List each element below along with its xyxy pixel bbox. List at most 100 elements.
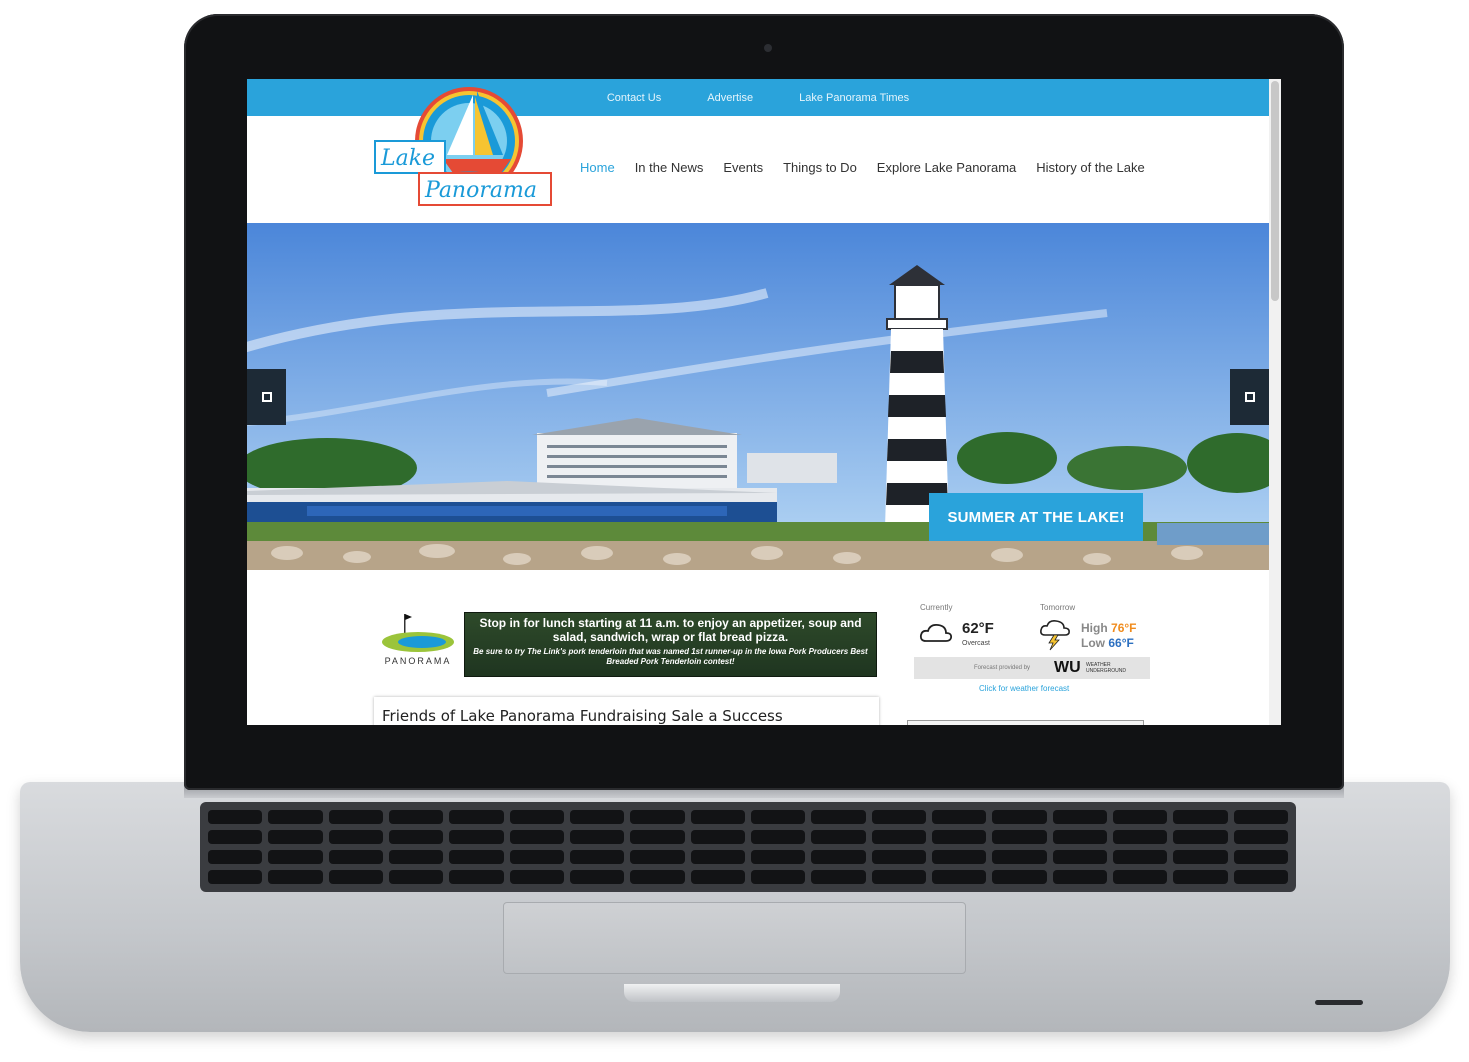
keyboard-key <box>931 850 987 864</box>
weather-high-label: High <box>1081 621 1108 635</box>
keyboard-key <box>268 830 323 844</box>
keyboard-key <box>328 850 383 864</box>
nav-item-things-to-do[interactable]: Things to Do <box>783 160 857 175</box>
keyboard-key <box>569 870 625 884</box>
keyboard-key <box>1052 810 1107 824</box>
keyboard-key <box>630 810 685 824</box>
slider-next-button[interactable] <box>1230 369 1269 425</box>
keyboard-key <box>388 830 444 844</box>
weather-provided-by: Forecast provided by <box>974 665 1031 671</box>
weather-low-label: Low <box>1081 636 1105 650</box>
site-logo[interactable]: Lake Panorama <box>373 81 555 211</box>
keyboard-key <box>1173 810 1228 824</box>
keyboard-key <box>569 850 625 864</box>
keyboard-key <box>449 830 504 844</box>
hero-caption[interactable]: SUMMER AT THE LAKE! <box>929 493 1143 541</box>
weather-attribution-bar[interactable]: Forecast provided by WU WEATHER UNDERGRO… <box>914 657 1150 679</box>
keyboard-key <box>449 850 504 864</box>
keyboard-key <box>992 830 1047 844</box>
keyboard-key <box>1112 870 1168 884</box>
logo-text-panorama: Panorama <box>424 178 537 203</box>
webcam-icon <box>764 44 772 52</box>
nav-item-in-the-news[interactable]: In the News <box>635 160 704 175</box>
keyboard-key <box>992 810 1047 824</box>
weather-high-value: 76°F <box>1111 621 1137 635</box>
keyboard-key <box>630 830 685 844</box>
golf-club-logo-text: PANORAMA <box>385 656 452 666</box>
keyboard-key <box>630 870 685 884</box>
keyboard-key <box>811 810 866 824</box>
keyboard-key <box>268 870 323 884</box>
keyboard-key <box>388 810 444 824</box>
keyboard-key <box>208 810 263 824</box>
keyboard-key <box>871 810 926 824</box>
laptop-mockup: Contact Us Advertise Lake Panorama Times… <box>0 0 1469 1062</box>
keyboard-key <box>509 870 564 884</box>
keyboard-key <box>931 810 987 824</box>
keyboard-key <box>509 830 564 844</box>
weather-forecast-link[interactable]: Click for weather forecast <box>979 684 1069 693</box>
keyboard-key <box>1112 830 1168 844</box>
topbar-link-advertise[interactable]: Advertise <box>707 92 753 104</box>
keyboard-key <box>871 850 926 864</box>
keyboard-key <box>992 870 1047 884</box>
weather-current-label: Currently <box>920 603 953 612</box>
topbar-link-contact[interactable]: Contact Us <box>607 92 661 104</box>
keyboard-key <box>871 830 926 844</box>
keyboard-key <box>1052 870 1107 884</box>
keyboard-key <box>1173 850 1228 864</box>
laptop-keyboard <box>200 802 1296 892</box>
keyboard-key <box>1233 870 1288 884</box>
laptop-screen: Contact Us Advertise Lake Panorama Times… <box>247 79 1281 725</box>
nav-item-explore[interactable]: Explore Lake Panorama <box>877 160 1016 175</box>
weather-widget: Currently Tomorrow 62°F Overcast High 76… <box>914 601 1154 701</box>
keyboard-key <box>569 810 625 824</box>
cloud-icon <box>919 623 953 642</box>
keyboard-key <box>1173 830 1228 844</box>
keyboard-key <box>509 850 564 864</box>
keyboard-key <box>811 870 866 884</box>
scrollbar-thumb[interactable] <box>1271 81 1279 301</box>
topbar-link-times[interactable]: Lake Panorama Times <box>799 92 909 104</box>
keyboard-key <box>268 810 323 824</box>
weather-tomorrow-label: Tomorrow <box>1040 603 1076 612</box>
page-scrollbar[interactable] <box>1269 79 1281 725</box>
weather-current-condition: Overcast <box>962 640 991 647</box>
keyboard-key <box>1233 830 1288 844</box>
golf-club-logo[interactable]: PANORAMA <box>374 612 462 678</box>
keyboard-key <box>750 850 806 864</box>
keyboard-key <box>1233 850 1288 864</box>
keyboard-key <box>1233 810 1288 824</box>
keyboard-key <box>1112 810 1168 824</box>
keyboard-key <box>1052 850 1107 864</box>
keyboard-key <box>690 870 745 884</box>
nav-item-history[interactable]: History of the Lake <box>1036 160 1144 175</box>
logo-text-lake: Lake <box>380 146 435 171</box>
keyboard-key <box>811 850 866 864</box>
keyboard-key <box>931 870 987 884</box>
nav-item-events[interactable]: Events <box>723 160 763 175</box>
keyboard-key <box>1052 830 1107 844</box>
keyboard-key <box>388 850 444 864</box>
keyboard-key <box>1173 870 1228 884</box>
article-card[interactable]: Friends of Lake Panorama Fundraising Sal… <box>374 697 879 725</box>
keyboard-key <box>328 870 383 884</box>
keyboard-key <box>208 870 263 884</box>
article-title[interactable]: Friends of Lake Panorama Fundraising Sal… <box>382 707 783 725</box>
wu-logo-subtitle: WEATHER UNDERGROUND <box>1086 662 1126 674</box>
square-icon <box>1244 392 1255 402</box>
slider-prev-button[interactable] <box>247 369 286 425</box>
keyboard-key <box>1112 850 1168 864</box>
keyboard-key <box>811 830 866 844</box>
keyboard-key <box>750 830 806 844</box>
ad-subline: Be sure to try The Link's pork tenderloi… <box>473 647 868 666</box>
thunderstorm-icon <box>1040 620 1070 651</box>
laptop-front-notch <box>624 984 840 1002</box>
wu-logo: WU <box>1054 659 1081 676</box>
keyboard-key <box>328 830 383 844</box>
nav-item-home[interactable]: Home <box>580 160 615 175</box>
keyboard-key <box>992 850 1047 864</box>
square-icon <box>261 392 272 402</box>
ad-banner[interactable]: Stop in for lunch starting at 11 a.m. to… <box>464 612 877 677</box>
keyboard-key <box>931 830 987 844</box>
